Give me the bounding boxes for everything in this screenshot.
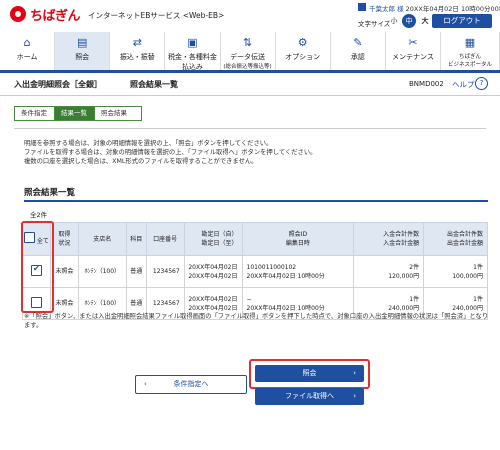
withdrawal-cell: 1件 100,000円 <box>423 255 488 288</box>
user-name: 千葉太郎 様 <box>369 5 404 13</box>
nav-option[interactable]: ⚙ オプション <box>276 32 331 70</box>
main-nav: ⌂ ホーム ▤ 照会 ⇄ 振込・振替 ▣ 税金・各種料金 払込み ⇅ データ伝送… <box>0 32 500 73</box>
instructions: 明細を参照する場合は、対象の明細情報を選択の上、「照会」ボタンを押してください。… <box>24 140 317 165</box>
logout-button[interactable]: ログアウト <box>432 14 492 28</box>
bank-logo-icon <box>10 6 26 22</box>
nav-inquiry[interactable]: ▤ 照会 <box>55 32 111 70</box>
step-inquiry-result: 照会結果 <box>94 106 142 121</box>
deposit-cell: 2件 120,000円 <box>353 255 425 288</box>
page-title: 入出金明細照会［全銀］ <box>14 80 102 89</box>
maintenance-icon: ✂ <box>408 36 418 49</box>
table-row: 未照会 ﾎﾝﾃﾝ（100） 普通 1234567 20XX年04月02日20XX… <box>22 255 488 288</box>
nav-maintenance[interactable]: ✂ メンテナンス <box>386 32 441 70</box>
font-size-large-button[interactable]: 大 <box>418 14 432 28</box>
back-to-condition-button[interactable]: ‹ 条件指定へ <box>135 375 247 394</box>
screen-id: BNMD002 <box>409 80 444 88</box>
footnote: ※「照会」ボタン、または入出金明細照会結果ファイル取得画面の「ファイル取得」ボタ… <box>24 313 489 329</box>
font-size-label: 文字サイズ <box>358 20 391 28</box>
page-subtitle: 照会結果一覧 <box>130 80 178 89</box>
chevron-left-icon: ‹ <box>144 380 147 388</box>
help-link[interactable]: ヘルプ <box>452 79 475 90</box>
checkbox-column-highlight <box>21 221 54 313</box>
subject-header: 科目 <box>125 222 147 256</box>
portal-icon: ▦ <box>464 36 476 49</box>
data-icon: ⇅ <box>242 36 253 49</box>
result-table: 全て 取得 状況 支店名 科目 口座番号 勘定日（自） 勘定日（至） 照会ID 編集日… <box>22 222 488 320</box>
file-download-button[interactable]: ファイル取得へ › <box>255 388 364 405</box>
nav-business-portal[interactable]: ▦ ちばぎん ビジネスポータル <box>441 32 500 70</box>
period-header: 勘定日（自） 勘定日（至） <box>183 222 243 256</box>
nav-tax[interactable]: ▣ 税金・各種料金 払込み <box>165 32 221 71</box>
period-cell: 20XX年04月02日 20XX年04月02日 <box>183 255 243 288</box>
user-icon <box>358 3 366 11</box>
table-header-row: 全て 取得 状況 支店名 科目 口座番号 勘定日（自） 勘定日（至） 照会ID 編集日… <box>22 222 488 256</box>
account-cell: 1234567 <box>145 255 185 288</box>
help-icon[interactable]: ? <box>475 77 488 90</box>
nav-approve[interactable]: ✎ 承認 <box>331 32 386 70</box>
chevron-right-icon: › <box>353 392 356 400</box>
status-cell: 未照会 <box>49 255 79 288</box>
font-size-small-button[interactable]: 小 <box>387 14 401 28</box>
status-header: 取得 状況 <box>49 222 79 256</box>
tax-icon: ▣ <box>187 36 198 49</box>
document-icon: ▤ <box>76 36 88 49</box>
brand-name: ちばぎん <box>30 9 81 24</box>
chevron-right-icon: › <box>353 369 356 377</box>
inquiry-cell: 1010011000102 20XX年04月02日 10時00分 <box>241 255 355 288</box>
branch-header: 支店名 <box>77 222 127 256</box>
result-count: 全2件 <box>30 211 48 219</box>
deposit-header: 入金合計件数 入金合計金額 <box>353 222 425 256</box>
nav-data-transmission[interactable]: ⇅ データ伝送 (総合振込等振込等) <box>221 32 276 70</box>
section-divider <box>24 200 488 202</box>
nav-home[interactable]: ⌂ ホーム <box>0 32 56 70</box>
font-size-medium-button[interactable]: 中 <box>402 14 416 28</box>
section-title: 照会結果一覧 <box>24 188 76 198</box>
login-datetime: 20XX年04月02日 10時00分00秒 <box>405 5 500 13</box>
withdrawal-header: 出金合計件数 出金合計金額 <box>423 222 488 256</box>
nav-transfer[interactable]: ⇄ 振込・振替 <box>110 32 166 70</box>
option-icon: ⚙ <box>297 36 308 49</box>
approve-icon: ✎ <box>353 36 363 49</box>
branch-cell: ﾎﾝﾃﾝ（100） <box>77 255 127 288</box>
subject-cell: 普通 <box>125 255 147 288</box>
inquiry-header: 照会ID 編集日時 <box>241 222 355 256</box>
transfer-icon: ⇄ <box>132 36 142 49</box>
service-name: インターネットEBサービス <Web-EB> <box>88 11 225 20</box>
divider <box>14 128 486 129</box>
user-info: 千葉太郎 様 20XX年04月02日 10時00分00秒 <box>369 3 500 13</box>
home-icon: ⌂ <box>23 36 31 49</box>
account-header: 口座番号 <box>145 222 185 256</box>
inquire-button[interactable]: 照会 › <box>255 365 364 382</box>
